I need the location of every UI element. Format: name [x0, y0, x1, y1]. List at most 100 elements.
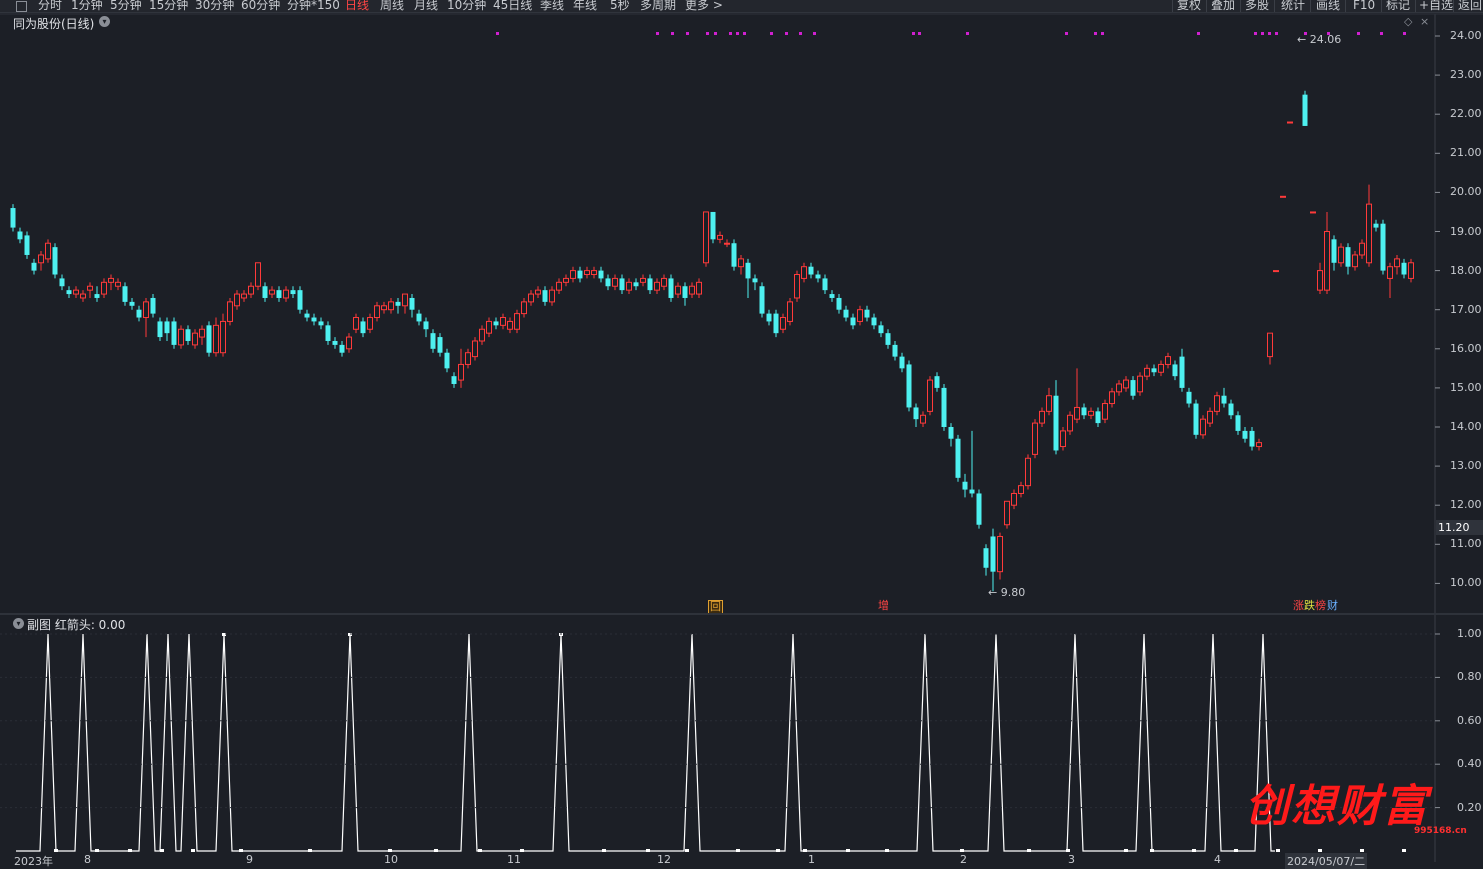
candle-body [101, 281, 107, 295]
candle-body [402, 293, 408, 307]
y-tick-label: 14.00 [1450, 420, 1482, 433]
period-tab-15min[interactable]: 15分钟 [149, 0, 188, 12]
signal-dot [1261, 32, 1264, 35]
button-huaxian[interactable]: 画线 [1316, 0, 1340, 12]
toolbar-menu-icon[interactable] [16, 1, 27, 12]
candle-body [143, 301, 149, 319]
candlestick-chart[interactable] [0, 0, 1483, 862]
button-duogu[interactable]: 多股 [1245, 0, 1269, 12]
candle-body [339, 344, 345, 353]
candle-body [1267, 332, 1273, 358]
signal-dot [1275, 32, 1278, 35]
signal-base-mark [388, 849, 392, 852]
period-tab-multi[interactable]: 多周期 [640, 0, 676, 12]
signal-base-mark [191, 849, 195, 852]
candle-body [472, 340, 478, 358]
button-biaoji[interactable]: 标记 [1386, 0, 1410, 12]
signal-base-mark [1402, 849, 1406, 852]
event-tag-zeng[interactable]: 增 [877, 600, 890, 612]
main-chart-title: 同为股份(日线) [13, 17, 95, 31]
candle-body [927, 379, 933, 412]
button-diejia[interactable]: 叠加 [1211, 0, 1235, 12]
period-tab-more[interactable]: 更多 > [685, 0, 723, 12]
chart-divider[interactable] [0, 613, 1483, 615]
signal-base-mark [54, 849, 58, 852]
x-axis-label: 11 [507, 853, 521, 866]
signal-base-mark [95, 849, 99, 852]
period-tab-45day[interactable]: 45日线 [493, 0, 532, 12]
candle-body [1116, 383, 1122, 393]
candle-body [1102, 403, 1108, 420]
candle-body [276, 290, 282, 298]
candle-body [535, 289, 541, 295]
signal-dot [714, 32, 717, 35]
toolbar-separator [1310, 0, 1311, 12]
period-tab-weekly[interactable]: 周线 [380, 0, 404, 12]
candle-body [234, 293, 240, 307]
candle-body [1025, 457, 1031, 487]
period-tab-fenshi[interactable]: 分时 [38, 0, 62, 12]
button-add-watchlist[interactable]: +自选 [1419, 0, 1453, 12]
period-tab-30min[interactable]: 30分钟 [195, 0, 234, 12]
period-tab-5min[interactable]: 5分钟 [110, 0, 142, 12]
diamond-icon[interactable]: ◇ [1404, 15, 1412, 28]
x-axis-label: 9 [246, 853, 253, 866]
signal-base-mark [602, 849, 606, 852]
candle-body [948, 427, 954, 439]
period-tab-5sec[interactable]: 5秒 [610, 0, 630, 12]
candle-body [724, 242, 730, 245]
candle-body [1088, 410, 1094, 416]
signal-dot [813, 32, 816, 35]
signal-dot [785, 32, 788, 35]
candle-body [738, 258, 744, 268]
period-tab-daily[interactable]: 日线 [345, 0, 369, 12]
candle-body [689, 285, 695, 295]
y-tick-label: 13.00 [1450, 459, 1482, 473]
candle-body [1165, 356, 1171, 365]
candle-body [395, 301, 401, 306]
y-tick-label: 24.00 [1450, 29, 1482, 42]
candle-body [528, 293, 534, 303]
signal-dot [1254, 32, 1257, 35]
period-tab-60min[interactable]: 60分钟 [241, 0, 280, 12]
button-fuquan[interactable]: 复权 [1177, 0, 1201, 12]
candle-body [633, 282, 639, 287]
period-tab-10min[interactable]: 10分钟 [447, 0, 486, 12]
sub-y-tick-label: 0.40 [1457, 757, 1482, 771]
candle-body [899, 356, 905, 369]
candle-body [619, 278, 625, 291]
event-tag-cai[interactable]: 财 [1326, 600, 1339, 612]
candle-body [171, 321, 177, 345]
candle-body [255, 262, 261, 287]
toolbar-separator [1453, 0, 1454, 12]
y-tick-label: 19.00 [1450, 224, 1482, 238]
candle-body [1359, 242, 1365, 256]
chevron-down-icon[interactable]: ▾ [99, 16, 110, 27]
x-axis-label: 3 [1068, 853, 1075, 866]
candle-body [605, 278, 611, 287]
period-tab-year[interactable]: 年线 [573, 0, 597, 12]
candle-body [444, 352, 450, 369]
period-tab-150min[interactable]: 分钟*150 [287, 0, 340, 12]
button-f10[interactable]: F10 [1353, 0, 1375, 12]
candle-body [1324, 231, 1330, 291]
candle-body [549, 289, 555, 303]
button-tongji[interactable]: 统计 [1281, 0, 1305, 12]
button-back[interactable]: 返回 [1458, 0, 1482, 12]
candle-body [325, 325, 331, 341]
candle-body [157, 321, 163, 338]
event-tag-hui[interactable]: 回 [708, 600, 723, 614]
period-tab-1min[interactable]: 1分钟 [71, 0, 103, 12]
candle-body [108, 277, 114, 283]
candle-body [346, 336, 352, 350]
close-icon[interactable]: × [1420, 15, 1429, 28]
candle-body [24, 235, 30, 255]
candle-body [731, 243, 737, 267]
candle-body [808, 266, 814, 275]
signal-dot [656, 32, 659, 35]
current-price-label: 11.20 [1436, 520, 1483, 535]
chevron-down-icon[interactable]: ▾ [13, 618, 24, 629]
candle-body [115, 281, 121, 287]
period-tab-quarter[interactable]: 季线 [540, 0, 564, 12]
period-tab-monthly[interactable]: 月线 [414, 0, 438, 12]
